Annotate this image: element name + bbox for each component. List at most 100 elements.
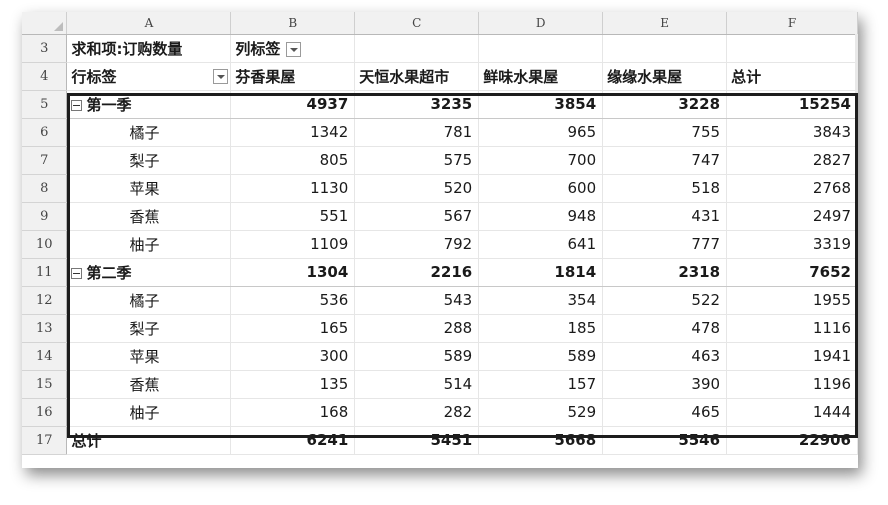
value-cell[interactable]: 948	[478, 202, 604, 231]
total-cell[interactable]: 2768	[726, 174, 858, 203]
value-cell[interactable]: 551	[230, 202, 356, 231]
store-header-cell[interactable]: 鲜味水果屋	[478, 62, 604, 91]
store-header-cell[interactable]: 芬香果屋	[230, 62, 356, 91]
values-field-label[interactable]: 求和项:订购数量	[66, 34, 232, 63]
value-cell[interactable]: 465	[602, 398, 728, 427]
grand-total-value[interactable]: 5451	[354, 426, 480, 455]
column-header-c[interactable]: C	[354, 12, 480, 35]
row-labels-cell[interactable]: 行标签	[66, 62, 232, 91]
grand-total-value[interactable]: 6241	[230, 426, 356, 455]
column-labels-cell[interactable]: 列标签	[230, 34, 356, 63]
value-cell[interactable]: 567	[354, 202, 480, 231]
grand-total-value[interactable]: 22906	[726, 426, 858, 455]
value-cell[interactable]: 4937	[230, 90, 356, 119]
item-label-cell[interactable]: 橘子	[66, 286, 232, 315]
total-cell[interactable]: 3843	[726, 118, 858, 147]
value-cell[interactable]: 700	[478, 146, 604, 175]
collapse-icon[interactable]	[71, 99, 83, 111]
value-cell[interactable]: 514	[354, 370, 480, 399]
total-cell[interactable]: 7652	[726, 258, 858, 287]
total-cell[interactable]: 15254	[726, 90, 858, 119]
total-cell[interactable]: 1196	[726, 370, 858, 399]
row-number[interactable]: 3	[22, 34, 68, 63]
item-label-cell[interactable]: 梨子	[66, 146, 232, 175]
value-cell[interactable]: 777	[602, 230, 728, 259]
value-cell[interactable]: 600	[478, 174, 604, 203]
value-cell[interactable]: 529	[478, 398, 604, 427]
value-cell[interactable]: 965	[478, 118, 604, 147]
total-header-cell[interactable]: 总计	[726, 62, 858, 91]
column-header-b[interactable]: B	[230, 12, 356, 35]
value-cell[interactable]: 755	[602, 118, 728, 147]
group-label-cell[interactable]: 第一季	[66, 90, 232, 119]
value-cell[interactable]: 463	[602, 342, 728, 371]
value-cell[interactable]: 575	[354, 146, 480, 175]
value-cell[interactable]: 1342	[230, 118, 356, 147]
row-number[interactable]: 6	[22, 118, 68, 147]
collapse-icon[interactable]	[71, 267, 83, 279]
store-header-cell[interactable]: 缘缘水果屋	[602, 62, 728, 91]
empty-cell[interactable]	[354, 34, 480, 63]
column-header-e[interactable]: E	[602, 12, 728, 35]
value-cell[interactable]: 522	[602, 286, 728, 315]
value-cell[interactable]: 805	[230, 146, 356, 175]
value-cell[interactable]: 792	[354, 230, 480, 259]
row-number[interactable]: 15	[22, 370, 68, 399]
row-number[interactable]: 9	[22, 202, 68, 231]
row-number[interactable]: 4	[22, 62, 68, 91]
column-header-f[interactable]: F	[726, 12, 858, 35]
item-label-cell[interactable]: 柚子	[66, 398, 232, 427]
value-cell[interactable]: 520	[354, 174, 480, 203]
value-cell[interactable]: 165	[230, 314, 356, 343]
total-cell[interactable]: 1444	[726, 398, 858, 427]
column-filter-dropdown-icon[interactable]	[286, 41, 302, 57]
value-cell[interactable]: 288	[354, 314, 480, 343]
total-cell[interactable]: 2497	[726, 202, 858, 231]
value-cell[interactable]: 747	[602, 146, 728, 175]
value-cell[interactable]: 1814	[478, 258, 604, 287]
row-number[interactable]: 13	[22, 314, 68, 343]
column-header-a[interactable]: A	[66, 12, 232, 35]
select-all-corner[interactable]	[22, 12, 68, 35]
total-cell[interactable]: 1955	[726, 286, 858, 315]
value-cell[interactable]: 157	[478, 370, 604, 399]
item-label-cell[interactable]: 苹果	[66, 174, 232, 203]
item-label-cell[interactable]: 橘子	[66, 118, 232, 147]
value-cell[interactable]: 536	[230, 286, 356, 315]
grand-total-value[interactable]: 5668	[478, 426, 604, 455]
value-cell[interactable]: 282	[354, 398, 480, 427]
value-cell[interactable]: 3235	[354, 90, 480, 119]
value-cell[interactable]: 781	[354, 118, 480, 147]
value-cell[interactable]: 168	[230, 398, 356, 427]
value-cell[interactable]: 2318	[602, 258, 728, 287]
item-label-cell[interactable]: 梨子	[66, 314, 232, 343]
total-cell[interactable]: 2827	[726, 146, 858, 175]
value-cell[interactable]: 641	[478, 230, 604, 259]
empty-cell[interactable]	[478, 34, 604, 63]
value-cell[interactable]: 1304	[230, 258, 356, 287]
item-label-cell[interactable]: 苹果	[66, 342, 232, 371]
value-cell[interactable]: 135	[230, 370, 356, 399]
grand-total-label[interactable]: 总计	[66, 426, 232, 455]
value-cell[interactable]: 478	[602, 314, 728, 343]
row-number[interactable]: 8	[22, 174, 68, 203]
value-cell[interactable]: 2216	[354, 258, 480, 287]
row-filter-dropdown-icon[interactable]	[213, 68, 229, 84]
total-cell[interactable]: 1941	[726, 342, 858, 371]
value-cell[interactable]: 390	[602, 370, 728, 399]
value-cell[interactable]: 3854	[478, 90, 604, 119]
item-label-cell[interactable]: 香蕉	[66, 370, 232, 399]
value-cell[interactable]: 589	[478, 342, 604, 371]
item-label-cell[interactable]: 香蕉	[66, 202, 232, 231]
row-number[interactable]: 11	[22, 258, 68, 287]
total-cell[interactable]: 3319	[726, 230, 858, 259]
empty-cell[interactable]	[726, 34, 858, 63]
value-cell[interactable]: 354	[478, 286, 604, 315]
item-label-cell[interactable]: 柚子	[66, 230, 232, 259]
row-number[interactable]: 12	[22, 286, 68, 315]
value-cell[interactable]: 431	[602, 202, 728, 231]
row-number[interactable]: 16	[22, 398, 68, 427]
row-number[interactable]: 5	[22, 90, 68, 119]
row-number[interactable]: 17	[22, 426, 68, 455]
value-cell[interactable]: 300	[230, 342, 356, 371]
